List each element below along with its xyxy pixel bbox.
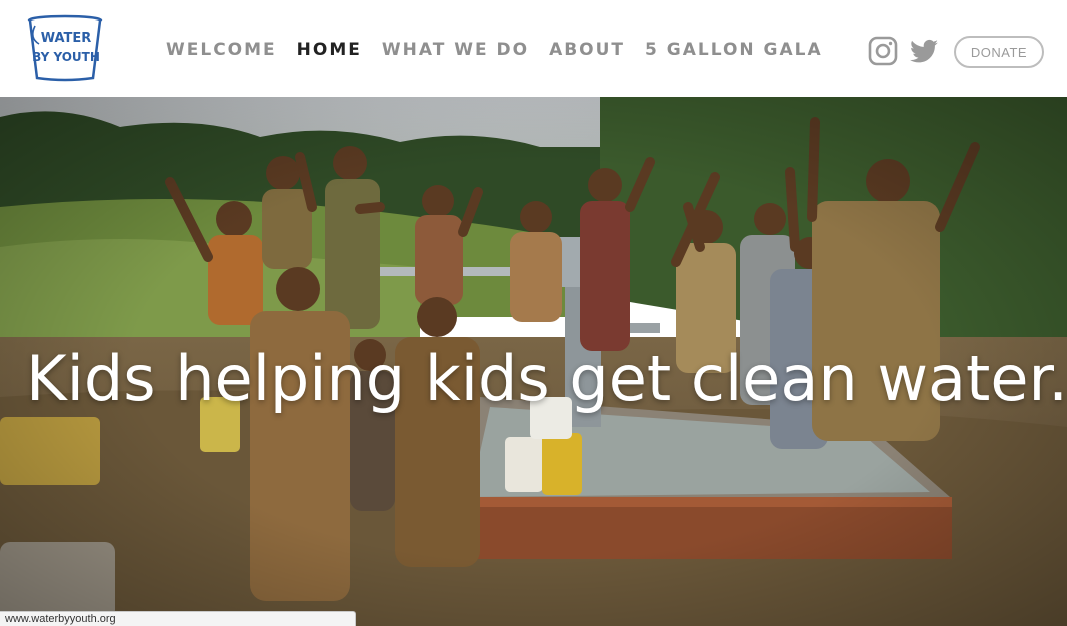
logo-text-line2: BY YOUTH [32, 50, 100, 64]
nav-item-5-gallon-gala[interactable]: 5 GALLON GALA [645, 40, 823, 60]
nav-item-home[interactable]: HOME [297, 40, 362, 60]
site-header: WATER BY YOUTH WELCOME HOME WHAT WE DO A… [0, 0, 1067, 97]
water-by-youth-logo[interactable]: WATER BY YOUTH [27, 14, 103, 82]
hero-headline: Kids helping kids get clean water. [26, 342, 1067, 415]
twitter-icon[interactable] [908, 36, 940, 66]
instagram-icon[interactable] [868, 36, 898, 66]
nav-item-what-we-do[interactable]: WHAT WE DO [382, 40, 529, 60]
main-nav: WELCOME HOME WHAT WE DO ABOUT 5 GALLON G… [166, 36, 843, 64]
nav-item-welcome[interactable]: WELCOME [166, 40, 277, 60]
nav-item-about[interactable]: ABOUT [549, 40, 625, 60]
donate-button[interactable]: DONATE [954, 36, 1044, 68]
bucket-logo-icon: WATER BY YOUTH [27, 14, 103, 82]
hero-section: Kids helping kids get clean water. [0, 97, 1067, 626]
logo-text-line1: WATER [41, 31, 92, 46]
browser-status-bar: www.waterbyyouth.org [0, 611, 356, 626]
